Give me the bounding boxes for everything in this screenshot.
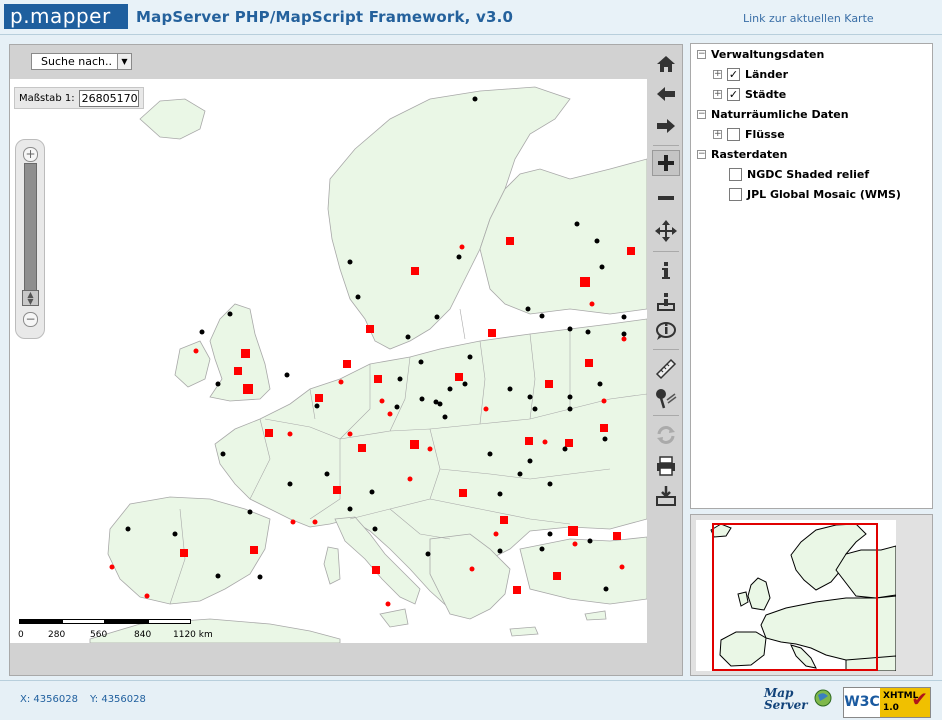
slider-zoom-out-button[interactable]: − (23, 312, 38, 327)
scale-box: Maßstab 1: 26805170 (14, 87, 144, 109)
layer-checkbox-fluesse[interactable] (727, 127, 740, 141)
map-canvas[interactable]: Maßstab 1: 26805170 + ▲ ▼ − 0 280 560 840… (10, 79, 647, 643)
download-icon[interactable] (652, 483, 680, 509)
scale-input[interactable]: 26805170 (78, 89, 139, 107)
xhtml-label: XHTML 1.0 ✔ (880, 688, 930, 717)
forward-icon[interactable] (652, 113, 680, 139)
scalebar-segment (148, 619, 191, 624)
header: p.mapper MapServer PHP/MapScript Framewo… (0, 0, 942, 35)
search-select[interactable]: Suche nach.. ▼ (31, 53, 132, 70)
pmapper-logo: p.mapper (4, 4, 128, 29)
layer-staedte[interactable]: + ✓ Städte (713, 86, 786, 102)
w3c-xhtml-badge[interactable]: W3C XHTML 1.0 ✔ (843, 687, 931, 718)
scalebar: 0 280 560 840 1120 km (18, 619, 248, 643)
layer-label: Flüsse (745, 127, 785, 141)
mapserver-logo-text: Map Server (764, 686, 808, 712)
layer-checkbox-jpl[interactable] (729, 187, 742, 201)
expand-icon[interactable]: + (713, 129, 722, 139)
group-label: Naturräumliche Daten (711, 107, 849, 121)
coordinate-y: Y: 4356028 (90, 694, 146, 705)
layer-ngdc-shaded-relief[interactable]: NGDC Shaded relief (729, 166, 869, 182)
layer-label: NGDC Shaded relief (747, 167, 870, 181)
expand-icon[interactable]: + (713, 89, 722, 99)
europe-map[interactable] (10, 79, 647, 643)
globe-icon (814, 689, 832, 707)
scalebar-tick: 0 (18, 630, 24, 640)
toolbar-separator (653, 415, 679, 416)
layer-tree: − Verwaltungsdaten + ✓ Länder + ✓ Städte… (690, 43, 933, 509)
home-icon[interactable] (652, 51, 680, 77)
scalebar-tick: 560 (90, 630, 108, 640)
layer-label: Städte (745, 87, 787, 101)
reference-map-pane (690, 514, 933, 676)
zoom-in-icon[interactable] (652, 150, 680, 176)
scale-label: Maßstab 1: (19, 92, 75, 104)
info-icon[interactable] (652, 318, 680, 344)
map-pane: Suche nach.. ▼ Maßstab 1: 26805170 + ▲ ▼… (9, 44, 683, 676)
slider-track[interactable] (24, 163, 37, 293)
select-icon[interactable] (652, 289, 680, 315)
layer-checkbox-staedte[interactable]: ✓ (727, 87, 740, 101)
land-areas (89, 86, 647, 643)
identify-icon[interactable] (652, 258, 680, 284)
current-map-link[interactable]: Link zur aktuellen Karte (743, 12, 874, 25)
scalebar-tick: 280 (48, 630, 66, 640)
w3c-logo: W3C (844, 694, 880, 710)
toolbar-separator (653, 349, 679, 350)
search-select-value: Suche nach.. (41, 55, 112, 68)
layer-checkbox-ngdc[interactable] (729, 167, 742, 181)
collapse-icon[interactable]: − (697, 149, 706, 159)
toolbar-separator (653, 251, 679, 252)
scalebar-segment (19, 619, 62, 624)
layer-checkbox-laender[interactable]: ✓ (727, 67, 740, 81)
scalebar-segment (62, 619, 105, 624)
back-icon[interactable] (652, 81, 680, 107)
app-title: MapServer PHP/MapScript Framework, v3.0 (136, 8, 514, 26)
scalebar-segment (105, 619, 148, 624)
poi-icon[interactable] (652, 386, 680, 412)
collapse-icon[interactable]: − (697, 109, 706, 119)
slider-handle[interactable]: ▲ ▼ (22, 290, 39, 306)
group-verwaltungsdaten[interactable]: − Verwaltungsdaten (697, 46, 824, 62)
layer-label: JPL Global Mosaic (WMS) (747, 187, 901, 201)
pan-icon[interactable] (652, 218, 680, 244)
toolbar-separator (653, 145, 679, 146)
reference-map-graphic (710, 523, 896, 671)
group-label: Rasterdaten (711, 147, 788, 161)
scalebar-tick: 1120 km (173, 630, 213, 640)
mapserver-logo[interactable]: Map Server (764, 687, 832, 717)
print-icon[interactable] (652, 453, 680, 479)
slider-zoom-in-button[interactable]: + (23, 147, 38, 162)
scalebar-tick: 840 (134, 630, 152, 640)
layer-fluesse[interactable]: + Flüsse (713, 126, 785, 142)
zoom-out-icon[interactable] (652, 185, 680, 211)
layer-jpl-global-mosaic[interactable]: JPL Global Mosaic (WMS) (729, 186, 901, 202)
layer-label: Länder (745, 67, 789, 81)
footer: X: 4356028 Y: 4356028 Map Server W3C XHT… (0, 680, 942, 720)
reference-map[interactable] (696, 520, 896, 671)
expand-icon[interactable]: + (713, 69, 722, 79)
refresh-icon[interactable] (652, 422, 680, 448)
collapse-icon[interactable]: − (697, 49, 706, 59)
group-naturraeumliche-daten[interactable]: − Naturräumliche Daten (697, 106, 849, 122)
chevron-down-icon[interactable]: ▼ (117, 54, 131, 69)
measure-icon[interactable] (652, 356, 680, 382)
group-label: Verwaltungsdaten (711, 47, 825, 61)
zoom-slider[interactable]: + ▲ ▼ − (15, 139, 45, 339)
group-rasterdaten[interactable]: − Rasterdaten (697, 146, 787, 162)
layer-laender[interactable]: + ✓ Länder (713, 66, 788, 82)
checkmark-icon: ✔ (911, 687, 928, 711)
coordinate-x: X: 4356028 (20, 694, 78, 705)
